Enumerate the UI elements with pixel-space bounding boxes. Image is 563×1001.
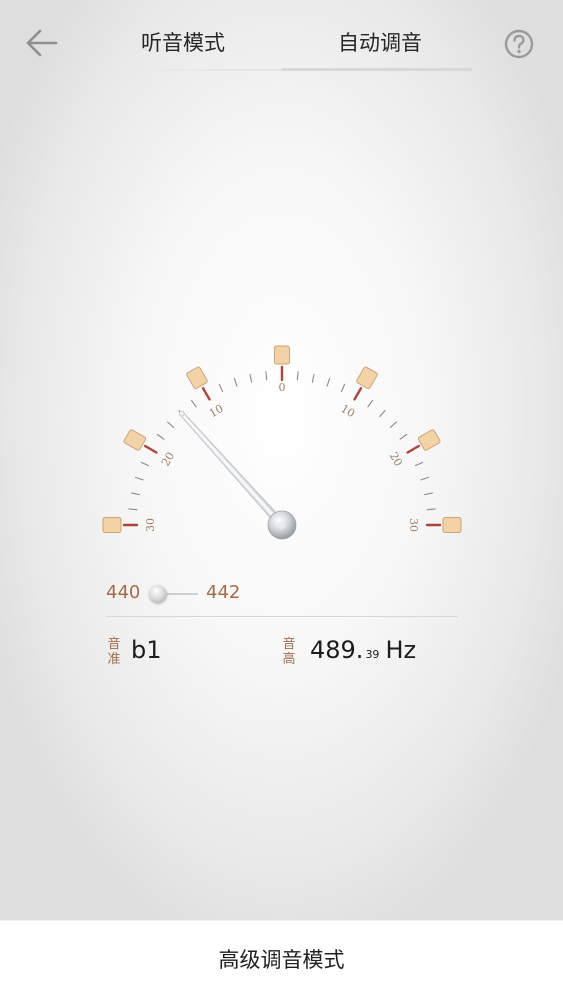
minor-tick — [367, 399, 374, 408]
reference-slider-track[interactable] — [162, 593, 198, 595]
minor-tick — [426, 508, 436, 511]
needle-body — [178, 410, 286, 529]
frequency-unit: Hz — [385, 636, 417, 664]
minor-tick — [424, 492, 434, 496]
scale-marker — [274, 345, 290, 365]
minor-tick — [326, 377, 331, 387]
note-label: 音 准 — [106, 637, 122, 667]
note-label-line1: 音 — [107, 637, 121, 652]
minor-tick — [265, 371, 268, 381]
minor-tick — [167, 421, 175, 428]
minor-tick — [311, 373, 315, 383]
needle-hub — [267, 510, 297, 540]
pitch-label-line2: 高 — [282, 652, 296, 667]
minor-tick — [414, 461, 424, 467]
scale-marker — [417, 429, 441, 451]
scale-label: 10 — [207, 402, 226, 420]
scale-label: 30 — [407, 518, 420, 532]
scale-label: 10 — [338, 402, 357, 420]
minor-tick — [379, 410, 386, 418]
scale-marker — [442, 517, 462, 533]
note-label-line2: 准 — [107, 652, 121, 667]
minor-tick — [420, 476, 430, 481]
info-divider — [106, 616, 458, 617]
scale-marker — [186, 366, 208, 390]
frequency-decimal: 39 — [365, 648, 380, 661]
minor-tick — [134, 476, 144, 481]
scale-marker — [123, 429, 147, 451]
reference-high: 442 — [206, 582, 241, 603]
minor-tick — [156, 433, 165, 440]
tuning-gauge: 30 20 10 0 10 20 30 — [102, 345, 462, 540]
advanced-tuning-button[interactable]: 高级调音模式 — [150, 943, 413, 977]
gauge-needle — [178, 410, 286, 529]
minor-tick — [233, 377, 238, 387]
bottom-bar: 高级调音模式 — [0, 920, 563, 1001]
tuner-screen: 听音模式 自动调音 30 20 10 0 10 20 30 440 442 音 … — [0, 0, 563, 920]
minor-tick — [130, 492, 140, 496]
minor-tick — [399, 433, 408, 440]
scale-label: 20 — [387, 450, 405, 469]
minor-tick — [340, 383, 346, 393]
scale-marker — [356, 366, 378, 390]
gauge-scale-labels: 30 20 10 0 10 20 30 — [144, 381, 420, 532]
needle-arm — [178, 410, 286, 529]
minor-tick — [190, 399, 197, 408]
reference-low: 440 — [106, 582, 141, 603]
major-tick — [406, 444, 420, 454]
note-value: b1 — [131, 636, 162, 664]
major-tick — [353, 387, 363, 401]
scale-label: 20 — [159, 450, 177, 469]
slider-knob-icon[interactable] — [149, 585, 167, 603]
pitch-label: 音 高 — [281, 637, 297, 667]
scale-label: 0 — [279, 381, 286, 394]
pitch-label-line1: 音 — [282, 637, 296, 652]
major-tick — [143, 444, 158, 454]
minor-tick — [128, 508, 138, 511]
frequency-value: 489. 39 Hz — [310, 636, 416, 664]
frequency-main: 489. — [310, 636, 364, 664]
minor-tick — [296, 371, 299, 381]
reference-pitch: 440 442 — [106, 580, 266, 608]
minor-tick — [140, 461, 150, 467]
minor-tick — [218, 383, 224, 393]
minor-tick — [249, 373, 253, 383]
major-tick — [201, 387, 211, 401]
scale-marker — [102, 517, 122, 533]
minor-tick — [389, 421, 397, 428]
scale-label: 30 — [144, 518, 157, 532]
